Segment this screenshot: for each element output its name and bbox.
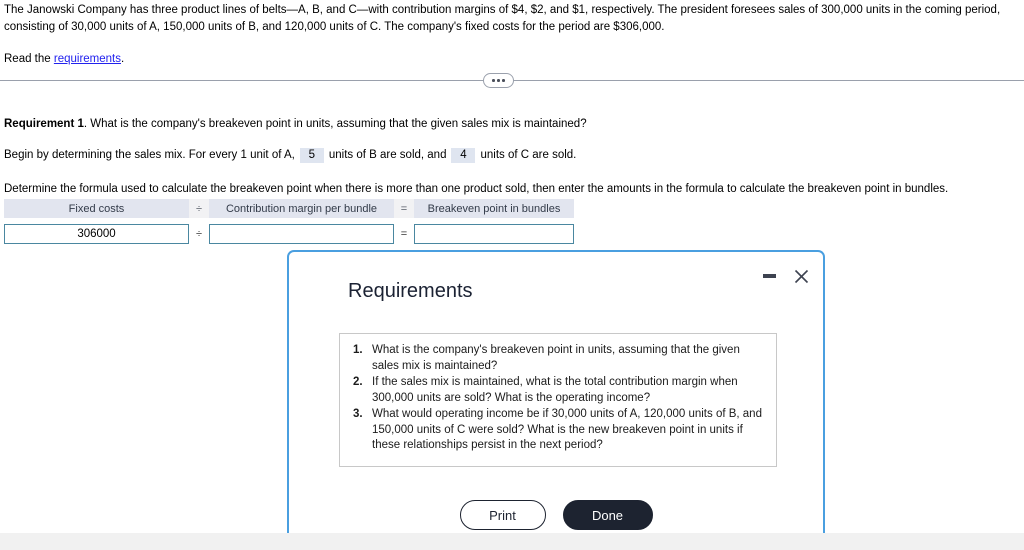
units-of-b-field[interactable]: 5 bbox=[299, 147, 324, 163]
print-button[interactable]: Print bbox=[459, 500, 546, 530]
list-item-number: 3. bbox=[353, 408, 363, 420]
list-item-text: What is the company's breakeven point in… bbox=[372, 344, 740, 372]
sales-mix-prefix: Begin by determining the sales mix. For … bbox=[4, 149, 295, 161]
formula-header-row: Fixed costs ÷ Contribution margin per bu… bbox=[4, 199, 574, 218]
problem-statement-text: The Janowski Company has three product l… bbox=[4, 4, 1001, 33]
header-fixed-costs: Fixed costs bbox=[4, 199, 189, 218]
sales-mix-suffix: units of C are sold. bbox=[480, 149, 577, 161]
dialog-button-row: Print Done bbox=[292, 500, 820, 530]
read-suffix-text: . bbox=[121, 53, 125, 65]
footer-bar bbox=[0, 533, 1024, 550]
list-item: 2. If the sales mix is maintained, what … bbox=[350, 375, 766, 406]
contribution-margin-input[interactable] bbox=[209, 224, 394, 244]
determine-formula-text: Determine the formula used to calculate … bbox=[4, 183, 949, 195]
close-icon[interactable] bbox=[792, 267, 810, 285]
dialog-inner: Requirements 1. What is the company's br… bbox=[292, 255, 820, 547]
requirement-label: Requirement 1 bbox=[4, 118, 84, 130]
requirement-area: Requirement 1. What is the company's bre… bbox=[4, 116, 1020, 197]
read-prefix-text: Read the bbox=[4, 53, 54, 65]
requirements-list-box: 1. What is the company's breakeven point… bbox=[339, 333, 777, 467]
list-item-text: If the sales mix is maintained, what is … bbox=[372, 376, 738, 404]
breakeven-formula-table: Fixed costs ÷ Contribution margin per bu… bbox=[4, 199, 574, 244]
list-item: 1. What is the company's breakeven point… bbox=[350, 343, 766, 374]
list-item-number: 1. bbox=[353, 344, 363, 356]
dialog-window-controls bbox=[760, 267, 810, 285]
header-operator-equals: = bbox=[394, 199, 414, 218]
minimize-bar bbox=[762, 274, 776, 278]
fixed-costs-input[interactable] bbox=[4, 224, 189, 244]
ellipsis-dot bbox=[497, 79, 500, 82]
list-item-number: 2. bbox=[353, 376, 363, 388]
done-button[interactable]: Done bbox=[562, 500, 653, 530]
operator-divide: ÷ bbox=[195, 228, 203, 240]
operator-equals: = bbox=[400, 228, 408, 240]
header-breakeven-point: Breakeven point in bundles bbox=[414, 199, 574, 218]
dialog-title: Requirements bbox=[348, 280, 473, 302]
page-root: The Janowski Company has three product l… bbox=[0, 0, 1024, 550]
ellipsis-icon[interactable] bbox=[483, 73, 514, 88]
requirements-dialog: Requirements 1. What is the company's br… bbox=[287, 250, 825, 550]
breakeven-point-input[interactable] bbox=[414, 224, 574, 244]
section-divider bbox=[0, 72, 1024, 90]
requirement-question: . What is the company's breakeven point … bbox=[83, 118, 587, 130]
requirements-link[interactable]: requirements bbox=[54, 53, 121, 65]
units-of-c-field[interactable]: 4 bbox=[451, 147, 476, 163]
formula-input-row: ÷ = bbox=[4, 224, 574, 244]
header-operator-divide: ÷ bbox=[189, 199, 209, 218]
read-requirements-line: Read the requirements. bbox=[4, 51, 1020, 68]
sales-mix-middle: units of B are sold, and bbox=[328, 149, 447, 161]
ellipsis-dot bbox=[502, 79, 505, 82]
sales-mix-line: Begin by determining the sales mix. For … bbox=[4, 147, 1020, 163]
ellipsis-dot bbox=[492, 79, 495, 82]
header-contribution-margin: Contribution margin per bundle bbox=[209, 199, 394, 218]
requirement-heading: Requirement 1. What is the company's bre… bbox=[4, 116, 1020, 132]
list-item-text: What would operating income be if 30,000… bbox=[372, 408, 762, 451]
minimize-icon[interactable] bbox=[760, 267, 778, 285]
list-item: 3. What would operating income be if 30,… bbox=[350, 407, 766, 454]
problem-statement-block: The Janowski Company has three product l… bbox=[4, 2, 1020, 68]
